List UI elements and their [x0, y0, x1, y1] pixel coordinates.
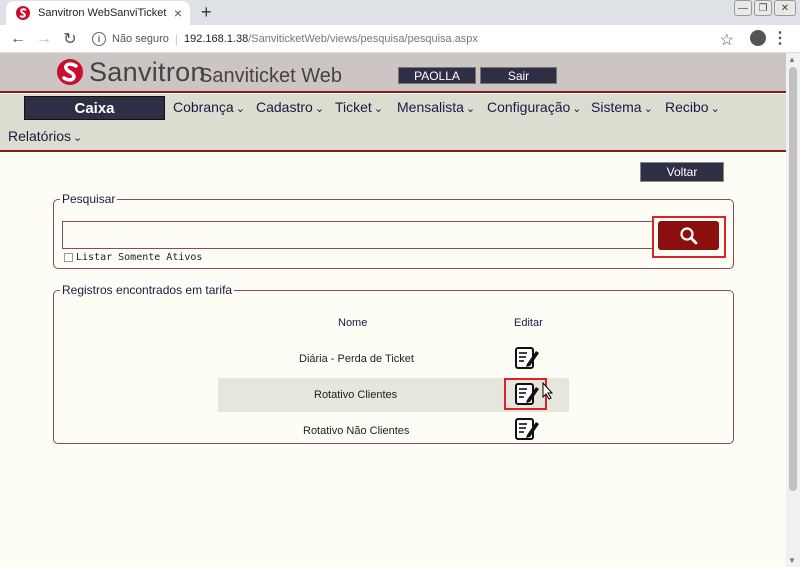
chevron-down-icon: ⌄: [643, 103, 653, 115]
menu-cadastro-label: Cadastro: [256, 99, 313, 115]
url-path: /SanviticketWeb/views/pesquisa/pesquisa.…: [248, 32, 478, 45]
results-legend: Registros encontrados em tarifa: [62, 283, 233, 297]
url-host: 192.168.1.38: [184, 32, 249, 45]
page-scrollbar[interactable]: ▲ ▼: [786, 53, 800, 567]
user-name-button[interactable]: PAOLLA: [398, 67, 476, 84]
window-controls: — ❐ ✕: [734, 0, 796, 16]
browser-menu-icon[interactable]: ⋮: [772, 28, 788, 48]
info-icon[interactable]: i: [92, 31, 106, 46]
chevron-down-icon: ⌄: [373, 103, 384, 115]
mouse-cursor-icon: [542, 382, 554, 400]
menu-configuracao-label: Configuração: [487, 99, 571, 115]
back-arrow-icon[interactable]: ←: [10, 30, 26, 48]
menu-recibo-label: Recibo: [665, 99, 709, 115]
search-icon: [679, 226, 697, 244]
url-field[interactable]: i Não seguro | 192.168.1.38 /Sanviticket…: [92, 28, 772, 50]
only-active-label: Listar Somente Ativos: [76, 252, 203, 263]
browser-tab[interactable]: Sanvitron WebSanviTicket ×: [6, 1, 190, 25]
chevron-down-icon: ⌄: [572, 103, 582, 115]
tab-title: Sanvitron WebSanviTicket: [38, 7, 167, 19]
security-status: Não seguro: [112, 32, 169, 45]
menu-mensalista-label: Mensalista: [397, 99, 464, 115]
sanvitron-favicon-icon: [16, 6, 30, 20]
close-window-icon[interactable]: ✕: [774, 0, 796, 16]
menu-sistema[interactable]: Sistema ⌄: [591, 99, 653, 115]
row-name: Diária - Perda de Ticket: [299, 353, 414, 365]
only-active-option[interactable]: Listar Somente Ativos: [64, 252, 202, 263]
row-name: Rotativo Clientes: [314, 389, 398, 401]
menu-cobranca-label: Cobrança: [173, 99, 234, 115]
profile-icon[interactable]: [750, 30, 766, 46]
edit-icon[interactable]: [514, 345, 540, 371]
sanvitron-logo-icon: [57, 59, 83, 85]
chevron-down-icon: ⌄: [73, 132, 83, 144]
reload-icon[interactable]: ↻: [62, 29, 78, 49]
app-header: Sanvitron Sanviticket Web PAOLLA Sair: [0, 53, 786, 93]
menu-configuracao[interactable]: Configuração ⌄: [487, 99, 582, 115]
scroll-down-icon[interactable]: ▼: [788, 556, 796, 565]
forward-arrow-icon[interactable]: →: [36, 30, 52, 48]
results-section: Registros encontrados em tarifa Nome Edi…: [53, 283, 734, 444]
edit-button-highlight: [504, 378, 547, 410]
chevron-down-icon: ⌄: [710, 103, 720, 115]
search-button[interactable]: [658, 221, 719, 250]
restore-icon[interactable]: ❐: [754, 0, 772, 16]
scroll-thumb[interactable]: [789, 67, 797, 491]
url-separator: |: [174, 31, 178, 46]
address-bar: ← → ↻ i Não seguro | 192.168.1.38 /Sanvi…: [0, 25, 800, 53]
logout-button[interactable]: Sair: [480, 67, 557, 84]
chevron-down-icon: ⌄: [314, 103, 325, 115]
search-input[interactable]: [62, 221, 652, 249]
menu-ticket[interactable]: Ticket ⌄: [335, 99, 383, 115]
menu-cadastro[interactable]: Cadastro ⌄: [256, 99, 324, 115]
search-section: Pesquisar Listar Somente Ativos: [53, 192, 734, 269]
minimize-icon[interactable]: —: [734, 0, 752, 16]
new-tab-button[interactable]: +: [201, 2, 212, 23]
menu-mensalista[interactable]: Mensalista ⌄: [397, 99, 475, 115]
menu-caixa[interactable]: Caixa: [24, 96, 165, 120]
menu-ticket-label: Ticket: [335, 99, 372, 115]
menu-relatorios[interactable]: Relatórios ⌄: [8, 128, 82, 144]
column-header-edit: Editar: [514, 317, 543, 329]
product-name: Sanviticket Web: [199, 65, 343, 87]
scroll-up-icon[interactable]: ▲: [788, 55, 796, 64]
menu-sistema-label: Sistema: [591, 99, 642, 115]
menu-relatorios-label: Relatórios: [8, 128, 72, 144]
brand-name: Sanvitron: [89, 57, 206, 87]
main-menu: Caixa Cobrança ⌄ Cadastro ⌄ Ticket ⌄ Mensal…: [0, 94, 786, 152]
search-legend: Pesquisar: [62, 192, 116, 206]
back-button[interactable]: Voltar: [640, 162, 724, 182]
menu-cobranca[interactable]: Cobrança ⌄: [173, 99, 245, 115]
edit-icon[interactable]: [514, 416, 540, 442]
bookmark-star-icon[interactable]: ☆: [720, 30, 734, 50]
only-active-checkbox[interactable]: [64, 253, 73, 262]
tab-close-icon[interactable]: ×: [174, 5, 182, 21]
browser-tabbar: Sanvitron WebSanviTicket × + — ❐ ✕: [0, 0, 800, 25]
menu-recibo[interactable]: Recibo ⌄: [665, 99, 720, 115]
column-header-name: Nome: [338, 317, 368, 329]
row-name: Rotativo Não Clientes: [303, 425, 410, 437]
chevron-down-icon: ⌄: [465, 103, 476, 115]
chevron-down-icon: ⌄: [235, 103, 245, 115]
